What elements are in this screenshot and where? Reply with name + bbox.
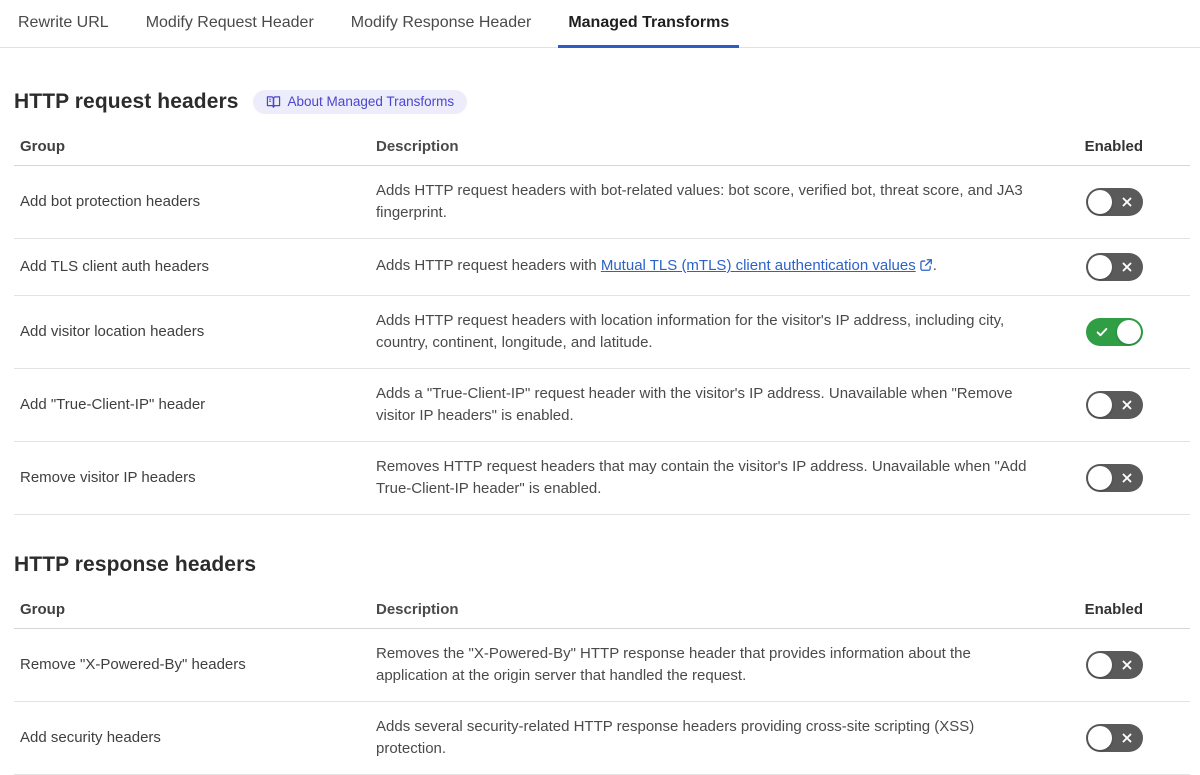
- check-icon: [1096, 327, 1108, 337]
- request-headers-table: Group Description Enabled Add bot protec…: [14, 132, 1190, 515]
- table-row: Add "True-Client-IP" header Adds a "True…: [14, 369, 1190, 442]
- description-cell: Adds HTTP request headers with Mutual TL…: [370, 241, 1040, 293]
- tab-rewrite-url[interactable]: Rewrite URL: [8, 0, 119, 48]
- toggle-knob: [1088, 653, 1112, 677]
- description-cell: Adds HTTP request headers with bot-relat…: [376, 182, 1023, 221]
- toggle-add-true-client-ip-header[interactable]: [1086, 391, 1143, 419]
- description-text: Adds HTTP request headers with: [376, 257, 601, 274]
- column-header-description: Description: [376, 138, 459, 155]
- description-cell: Adds HTTP request headers with location …: [376, 312, 1005, 351]
- group-cell: Add TLS client auth headers: [20, 258, 210, 275]
- book-icon: [266, 95, 281, 109]
- toggle-add-tls-client-auth-headers[interactable]: [1086, 253, 1143, 281]
- x-icon: [1122, 400, 1132, 410]
- badge-label: About Managed Transforms: [287, 94, 455, 110]
- toggle-remove-visitor-ip-headers[interactable]: [1086, 464, 1143, 492]
- table-row: Remove "X-Powered-By" headers Removes th…: [14, 629, 1190, 702]
- request-section-title: HTTP request headers: [14, 90, 239, 113]
- toggle-add-bot-protection-headers[interactable]: [1086, 188, 1143, 216]
- description-text: .: [932, 257, 937, 274]
- external-link-icon[interactable]: [919, 257, 933, 279]
- tab-bar: Rewrite URL Modify Request Header Modify…: [0, 0, 1200, 48]
- group-cell: Add "True-Client-IP" header: [20, 396, 206, 413]
- table-row: Remove visitor IP headers Removes HTTP r…: [14, 442, 1190, 515]
- toggle-knob: [1117, 320, 1141, 344]
- about-managed-transforms-badge[interactable]: About Managed Transforms: [252, 90, 468, 114]
- x-icon: [1122, 262, 1132, 272]
- toggle-knob: [1088, 726, 1112, 750]
- table-row: Add security headers Adds several securi…: [14, 702, 1190, 775]
- toggle-remove-x-powered-by-headers[interactable]: [1086, 651, 1143, 679]
- column-header-description: Description: [376, 601, 459, 618]
- x-icon: [1122, 660, 1132, 670]
- column-header-group: Group: [20, 601, 65, 618]
- table-header-row: Group Description Enabled: [14, 132, 1190, 166]
- x-icon: [1122, 197, 1132, 207]
- toggle-knob: [1088, 190, 1112, 214]
- group-cell: Remove "X-Powered-By" headers: [20, 656, 246, 673]
- group-cell: Add visitor location headers: [20, 323, 205, 340]
- group-cell: Add security headers: [20, 729, 161, 746]
- toggle-knob: [1088, 255, 1112, 279]
- description-cell: Adds several security-related HTTP respo…: [376, 718, 975, 757]
- tab-modify-request-header[interactable]: Modify Request Header: [136, 0, 324, 48]
- tab-managed-transforms[interactable]: Managed Transforms: [558, 0, 740, 48]
- table-row: Add bot protection headers Adds HTTP req…: [14, 166, 1190, 239]
- x-icon: [1122, 473, 1132, 483]
- column-header-group: Group: [20, 138, 65, 155]
- request-headers-section: HTTP request headers About Managed Trans…: [14, 90, 1190, 515]
- x-icon: [1122, 733, 1132, 743]
- tab-modify-response-header[interactable]: Modify Response Header: [341, 0, 542, 48]
- response-headers-table: Group Description Enabled Remove "X-Powe…: [14, 595, 1190, 775]
- toggle-knob: [1088, 466, 1112, 490]
- mtls-values-link[interactable]: Mutual TLS (mTLS) client authentication …: [601, 257, 916, 274]
- group-cell: Add bot protection headers: [20, 193, 201, 210]
- column-header-enabled: Enabled: [1084, 601, 1143, 618]
- table-header-row: Group Description Enabled: [14, 595, 1190, 629]
- description-cell: Removes HTTP request headers that may co…: [376, 458, 1027, 497]
- group-cell: Remove visitor IP headers: [20, 469, 196, 486]
- table-row: Add TLS client auth headers Adds HTTP re…: [14, 239, 1190, 296]
- description-cell: Adds a "True-Client-IP" request header w…: [376, 385, 1013, 424]
- toggle-add-security-headers[interactable]: [1086, 724, 1143, 752]
- response-section-title: HTTP response headers: [14, 553, 257, 576]
- column-header-enabled: Enabled: [1084, 138, 1143, 155]
- toggle-add-visitor-location-headers[interactable]: [1086, 318, 1143, 346]
- toggle-knob: [1088, 393, 1112, 417]
- table-row: Add visitor location headers Adds HTTP r…: [14, 296, 1190, 369]
- description-cell: Removes the "X-Powered-By" HTTP response…: [376, 645, 971, 684]
